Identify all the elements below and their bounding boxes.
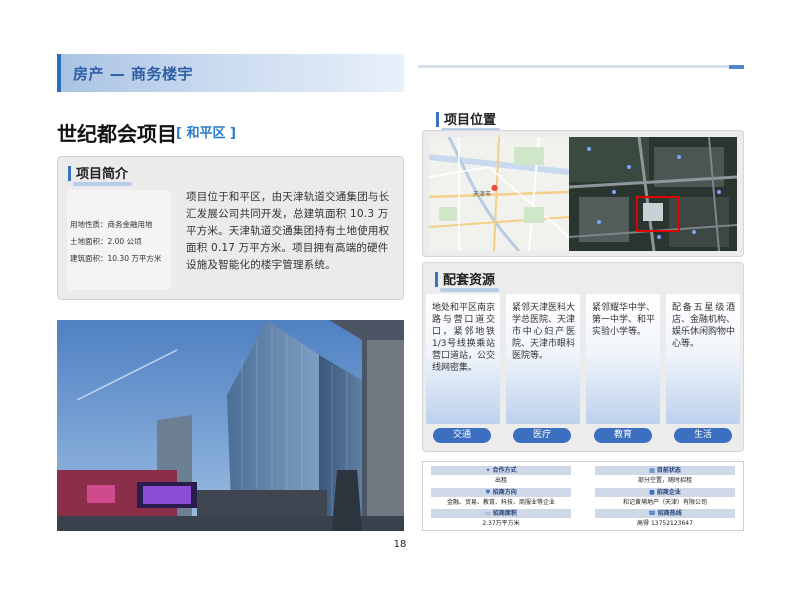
fact-floor-area: 建筑面积：10.30 万平方米 (70, 254, 162, 263)
coop-value: 出租 (494, 477, 507, 484)
map-pin-icon: ● (491, 183, 498, 192)
company-value: 和记黄埔地产（天津）有限公司 (622, 499, 707, 506)
street-map-illustration (429, 137, 569, 251)
heading-bar (436, 112, 439, 127)
heart-icon: ♥ (485, 489, 491, 496)
area-value: 2.37万平方米 (482, 520, 520, 527)
company-label: ■ 招商企业 (595, 488, 735, 497)
category-title: 房产 — 商务楼宇 (73, 65, 193, 83)
education-button[interactable]: 教育 (594, 428, 652, 443)
map-city-label: 天津市 (473, 191, 492, 198)
fact-land-area: 土地面积：2.00 公顷 (70, 237, 142, 246)
intro-heading-text: 项目简介 (76, 167, 129, 182)
district-tag: [ 和平区 ] (176, 126, 236, 141)
location-heading-text: 项目位置 (444, 113, 497, 128)
banner-accent-bar (57, 54, 61, 92)
status-label-text: 目前状态 (656, 467, 681, 474)
phone-label-text: 招商热线 (657, 510, 682, 517)
satellite-map-illustration (569, 137, 737, 251)
category-banner: 房产 — 商务楼宇 (57, 54, 404, 92)
coop-label-text: 合作方式 (492, 467, 517, 474)
transport-button[interactable]: 交通 (433, 428, 491, 443)
resource-text: 地处和平区南京路与营口道交口，紧邻地铁1/3号线换乘站营口道站，公交线网密集。 (432, 303, 496, 373)
heading-bar (68, 166, 71, 181)
medical-button[interactable]: 医疗 (513, 428, 571, 443)
handshake-icon: ✦ (485, 467, 491, 474)
resource-text: 紧邻耀华中学、第一中学、和平实验小学等。 (592, 303, 656, 337)
header-divider-accent (729, 65, 744, 69)
location-heading: 项目位置 (436, 109, 501, 132)
intro-description: 项目位于和平区，由天津轨道交通集团与长汇发展公司共同开发，总建筑面积 10.3 … (186, 191, 390, 271)
heading-underline (73, 182, 133, 186)
area-label-text: 招商面积 (492, 510, 517, 517)
resource-card-life: 配备五星级酒店、金融机构、娱乐休闲购物中心等。 (666, 294, 740, 424)
street-map[interactable]: 天津市 ● (429, 137, 569, 251)
info-box: ✦ 合作方式 出租 ▦ 目前状态 部分空置，随时招租 ♥ 招商方向 金融、贸易、教育、… (422, 461, 744, 531)
resources-heading: 配套资源 (435, 269, 500, 292)
monitor-icon: ▭ (485, 510, 491, 517)
location-panel: 天津市 ● (422, 130, 744, 257)
phone-value: 高得 13752123647 (637, 520, 693, 527)
satellite-map[interactable] (569, 137, 737, 251)
resources-heading-text: 配套资源 (443, 273, 496, 288)
building-photo (57, 320, 404, 531)
resource-text: 配备五星级酒店、金融机构、娱乐休闲购物中心等。 (672, 303, 736, 349)
heading-bar (435, 272, 438, 287)
status-label: ▦ 目前状态 (595, 466, 735, 475)
status-value: 部分空置，随时招租 (637, 477, 692, 484)
page-number: 18 (393, 539, 407, 550)
resource-card-medical: 紧邻天津医科大学总医院、天津市中心妇产医院、天津市眼科医院等。 (506, 294, 580, 424)
intro-panel: 项目简介 用地性质：商务金融用地 土地面积：2.00 公顷 建筑面积：10.30… (57, 156, 404, 300)
direction-label: ♥ 招商方向 (431, 488, 571, 497)
fact-land-use: 用地性质：商务金融用地 (70, 220, 153, 229)
area-label: ▭ 招商面积 (431, 509, 571, 518)
briefcase-icon: ■ (649, 489, 655, 496)
header-divider (418, 65, 744, 68)
company-label-text: 招商企业 (656, 489, 681, 496)
resources-panel: 配套资源 地处和平区南京路与营口道交口，紧邻地铁1/3号线换乘站营口道站，公交线… (422, 262, 744, 452)
coop-label: ✦ 合作方式 (431, 466, 571, 475)
resource-card-education: 紧邻耀华中学、第一中学、和平实验小学等。 (586, 294, 660, 424)
resource-text: 紧邻天津医科大学总医院、天津市中心妇产医院、天津市眼科医院等。 (512, 303, 576, 361)
resource-card-transport: 地处和平区南京路与营口道交口，紧邻地铁1/3号线换乘站营口道站，公交线网密集。 (426, 294, 500, 424)
heading-underline (440, 288, 500, 292)
life-button[interactable]: 生活 (674, 428, 732, 443)
phone-icon: ☎ (648, 510, 656, 517)
building-photo-illustration (57, 320, 404, 531)
phone-label: ☎ 招商热线 (595, 509, 735, 518)
project-title: 世纪都会项目 (57, 122, 177, 146)
intro-facts-box: 用地性质：商务金融用地 土地面积：2.00 公顷 建筑面积：10.30 万平方米 (67, 190, 171, 290)
direction-label-text: 招商方向 (492, 489, 517, 496)
calendar-icon: ▦ (649, 467, 655, 474)
direction-value: 金融、贸易、教育、科技、商服业等企业 (446, 499, 555, 506)
intro-heading: 项目简介 (68, 163, 133, 186)
